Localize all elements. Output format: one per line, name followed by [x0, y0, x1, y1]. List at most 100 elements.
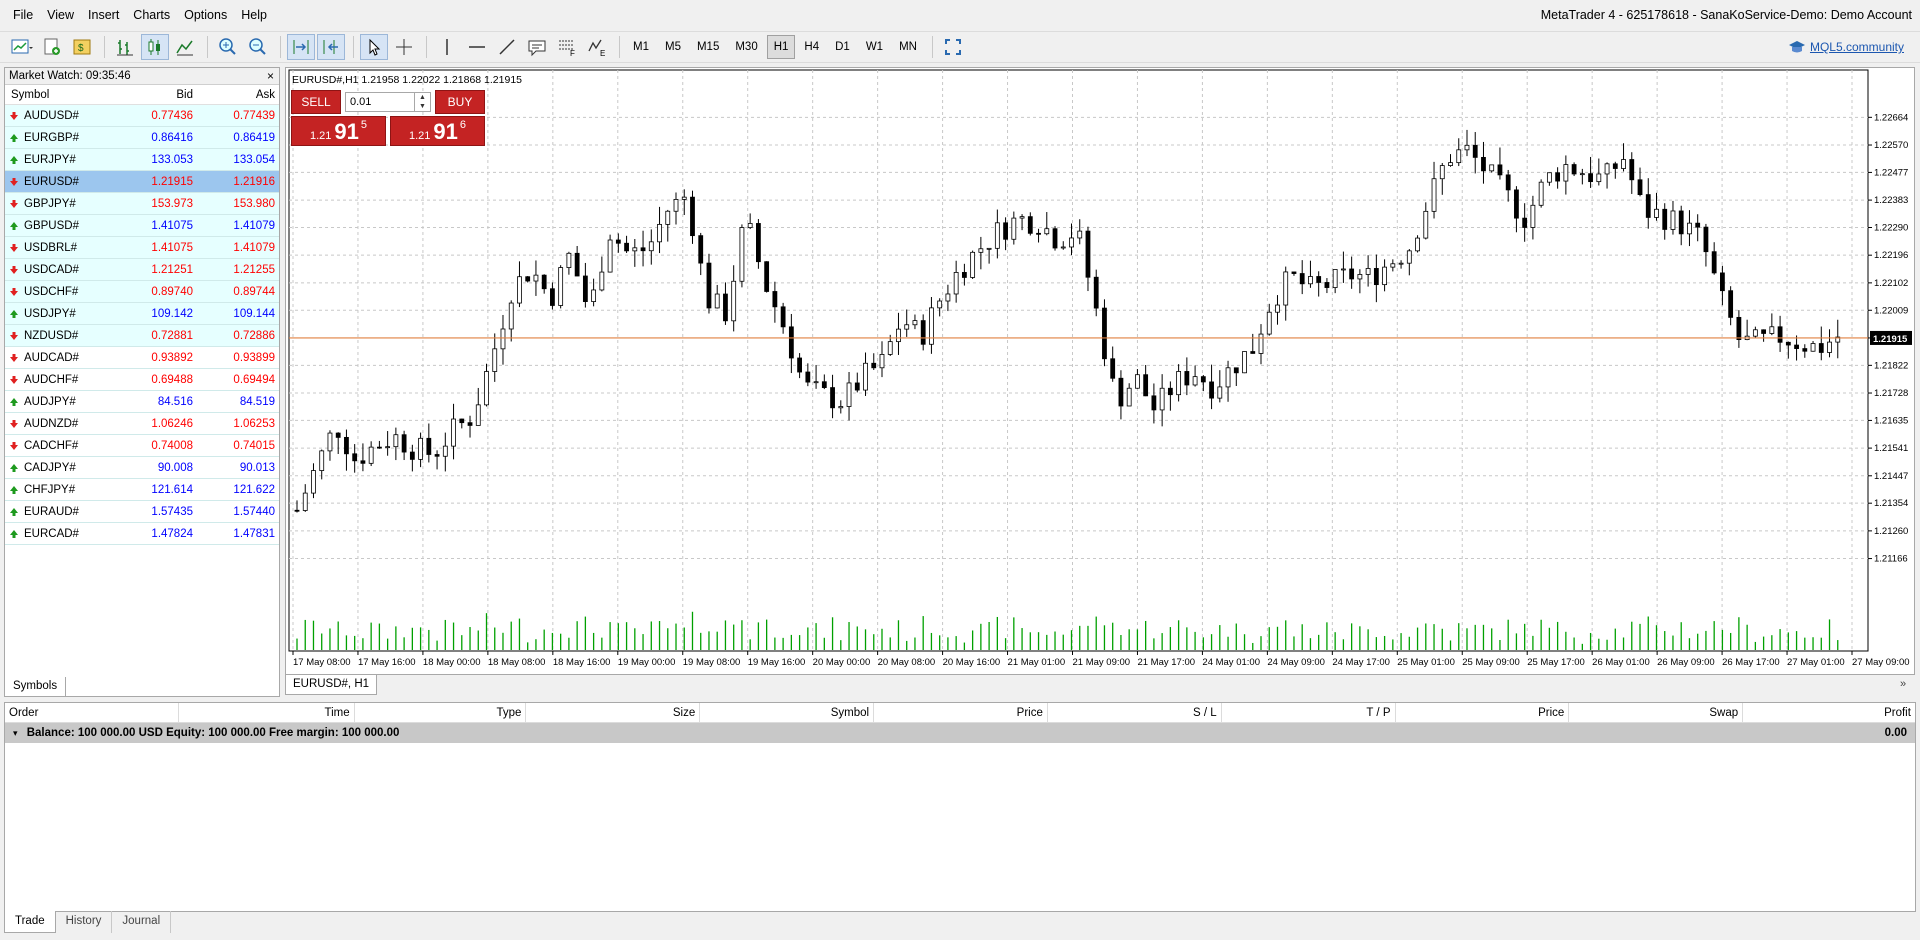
market-watch-row[interactable]: NZDUSD# 0.72881 0.72886: [5, 325, 279, 347]
column-current-price[interactable]: Price: [1396, 703, 1570, 722]
timeframe-d1[interactable]: D1: [828, 35, 857, 59]
line-chart-button[interactable]: [171, 34, 199, 60]
menu-insert[interactable]: Insert: [81, 8, 126, 22]
market-watch-header: Symbol Bid Ask: [5, 85, 279, 105]
buy-price[interactable]: 1.21 91 6: [390, 116, 485, 146]
candle-bear: [1052, 228, 1058, 249]
market-watch-row[interactable]: AUDJPY# 84.516 84.519: [5, 391, 279, 413]
lot-stepper[interactable]: ▲ ▼: [414, 93, 430, 111]
mql5-community-link[interactable]: MQL5.community: [1788, 40, 1904, 54]
column-size[interactable]: Size: [526, 703, 701, 722]
balance-row[interactable]: ▾ Balance: 100 000.00 USD Equity: 100 00…: [5, 723, 1915, 743]
candle-bear: [1736, 316, 1742, 340]
profiles-button[interactable]: [38, 34, 66, 60]
candle-bull: [1357, 274, 1363, 280]
market-watch-row[interactable]: CADJPY# 90.008 90.013: [5, 457, 279, 479]
column-symbol[interactable]: Symbol: [700, 703, 875, 722]
market-watch-row[interactable]: GBPUSD# 1.41075 1.41079: [5, 215, 279, 237]
market-watch-row[interactable]: USDCAD# 1.21251 1.21255: [5, 259, 279, 281]
elliott-button[interactable]: E: [583, 34, 611, 60]
y-tick-label: 1.21822: [1874, 360, 1908, 371]
zoom-in-button[interactable]: [214, 34, 242, 60]
column-stop-loss[interactable]: S / L: [1048, 703, 1222, 722]
chart-shift-button[interactable]: [317, 34, 345, 60]
candlestick-button[interactable]: [141, 34, 169, 60]
zoom-out-button[interactable]: [244, 34, 272, 60]
candle-bull: [1176, 371, 1182, 396]
x-tick-label: 24 May 01:00: [1202, 657, 1260, 668]
column-time[interactable]: Time: [179, 703, 355, 722]
column-symbol[interactable]: Symbol: [5, 85, 125, 104]
bar-chart-button[interactable]: [111, 34, 139, 60]
column-swap[interactable]: Swap: [1569, 703, 1744, 722]
sell-button[interactable]: SELL: [291, 90, 341, 114]
window-title: MetaTrader 4 - 625178618 - SanaKoService…: [1540, 8, 1912, 22]
candle-bull: [591, 289, 597, 302]
lot-size-input[interactable]: 0.01 ▲ ▼: [345, 92, 431, 112]
market-watch-button[interactable]: $: [68, 34, 96, 60]
chart-window[interactable]: 1.22664 1.22570 1.22477 1.22383 1.22290 1.221…: [285, 67, 1915, 675]
new-chart-button[interactable]: [8, 34, 36, 60]
vertical-line-button[interactable]: [433, 34, 461, 60]
column-profit[interactable]: Profit: [1743, 703, 1915, 722]
column-take-profit[interactable]: T / P: [1222, 703, 1396, 722]
candle-bull: [739, 227, 745, 282]
timeframe-w1[interactable]: W1: [859, 35, 890, 59]
tab-chart-eurusd[interactable]: EURUSD#, H1: [285, 675, 377, 695]
column-type[interactable]: Type: [355, 703, 527, 722]
candle-bear: [690, 196, 695, 237]
market-watch-row[interactable]: EURCAD# 1.47824 1.47831: [5, 523, 279, 545]
tab-history[interactable]: History: [56, 911, 113, 933]
cursor-button[interactable]: [360, 34, 388, 60]
symbol-cell: EURUSD#: [5, 171, 115, 192]
column-bid[interactable]: Bid: [125, 85, 197, 104]
autoscroll-button[interactable]: [287, 34, 315, 60]
market-watch-row[interactable]: CHFJPY# 121.614 121.622: [5, 479, 279, 501]
collapse-icon[interactable]: ▾: [13, 728, 18, 738]
fibonacci-button[interactable]: F: [553, 34, 581, 60]
candle-bull: [1283, 271, 1289, 306]
close-icon[interactable]: ×: [267, 68, 274, 84]
column-price[interactable]: Price: [874, 703, 1048, 722]
menu-file[interactable]: File: [6, 8, 40, 22]
menu-options[interactable]: Options: [177, 8, 234, 22]
price-chart[interactable]: 1.22664 1.22570 1.22477 1.22383 1.22290 1.221…: [286, 68, 1914, 674]
text-label-button[interactable]: [523, 34, 551, 60]
market-watch-row[interactable]: USDJPY# 109.142 109.144: [5, 303, 279, 325]
market-watch-row[interactable]: AUDNZD# 1.06246 1.06253: [5, 413, 279, 435]
timeframe-mn[interactable]: MN: [892, 35, 924, 59]
tab-journal[interactable]: Journal: [112, 911, 172, 933]
tab-trade[interactable]: Trade: [4, 911, 56, 933]
timeframe-h1[interactable]: H1: [766, 35, 796, 59]
market-watch-row[interactable]: CADCHF# 0.74008 0.74015: [5, 435, 279, 457]
menu-help[interactable]: Help: [234, 8, 274, 22]
timeframe-m15[interactable]: M15: [690, 35, 726, 59]
market-watch-row[interactable]: USDBRL# 1.41075 1.41079: [5, 237, 279, 259]
market-watch-row[interactable]: AUDCAD# 0.93892 0.93899: [5, 347, 279, 369]
timeframe-m5[interactable]: M5: [658, 35, 688, 59]
menu-view[interactable]: View: [40, 8, 81, 22]
market-watch-row[interactable]: EURAUD# 1.57435 1.57440: [5, 501, 279, 523]
market-watch-row[interactable]: AUDUSD# 0.77436 0.77439: [5, 105, 279, 127]
buy-button[interactable]: BUY: [435, 90, 485, 114]
horizontal-line-button[interactable]: [463, 34, 491, 60]
candle-bear: [1645, 194, 1651, 218]
market-watch-row[interactable]: EURUSD# 1.21915 1.21916: [5, 171, 279, 193]
crosshair-button[interactable]: [390, 34, 418, 60]
timeframe-m30[interactable]: M30: [728, 35, 764, 59]
timeframe-h4[interactable]: H4: [797, 35, 826, 59]
market-watch-row[interactable]: EURJPY# 133.053 133.054: [5, 149, 279, 171]
trendline-button[interactable]: [493, 34, 521, 60]
market-watch-row[interactable]: USDCHF# 0.89740 0.89744: [5, 281, 279, 303]
market-watch-row[interactable]: GBPJPY# 153.973 153.980: [5, 193, 279, 215]
tab-symbols[interactable]: Symbols: [4, 677, 67, 697]
timeframe-m1[interactable]: M1: [626, 35, 656, 59]
chart-tabs-scroll-icon[interactable]: »: [1900, 678, 1906, 690]
market-watch-row[interactable]: EURGBP# 0.86416 0.86419: [5, 127, 279, 149]
fullscreen-button[interactable]: [939, 34, 967, 60]
menu-charts[interactable]: Charts: [126, 8, 177, 22]
market-watch-row[interactable]: AUDCHF# 0.69488 0.69494: [5, 369, 279, 391]
column-ask[interactable]: Ask: [197, 85, 279, 104]
sell-price[interactable]: 1.21 91 5: [291, 116, 386, 146]
column-order[interactable]: Order: [5, 703, 179, 722]
